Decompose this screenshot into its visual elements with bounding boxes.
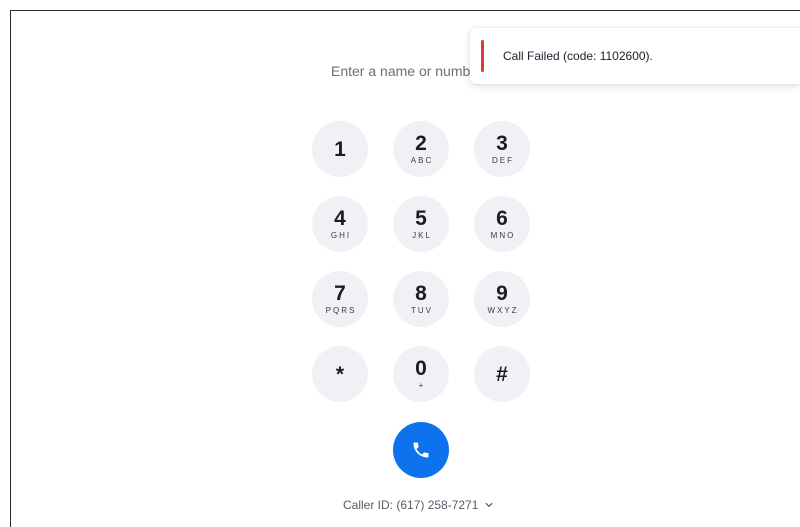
key-digit: # [496,362,508,386]
keypad-key-8[interactable]: 8 TUV [393,271,449,327]
keypad-key-1[interactable]: 1 [312,121,368,177]
key-letters: WXYZ [487,305,519,315]
key-digit: 6 [496,206,508,230]
toast-error-accent [481,40,484,72]
keypad-key-hash[interactable]: # [474,346,530,402]
chevron-down-icon [484,500,494,510]
toast-message: Call Failed (code: 1102600). [503,49,653,63]
keypad: 1 2 ABC 3 DEF 4 GHI 5 JKL 6 MNO 7 PQRS 8… [312,121,530,402]
key-digit: 3 [496,131,508,155]
caller-id-label: Caller ID: (617) 258-7271 [343,498,479,512]
keypad-key-2[interactable]: 2 ABC [393,121,449,177]
key-letters: ABC [410,155,434,165]
key-letters: MNO [490,230,516,240]
dial-input[interactable] [318,56,493,86]
caller-id-selector[interactable]: Caller ID: (617) 258-7271 [343,496,494,514]
key-letters: JKL [412,230,432,240]
key-digit: 0 [415,356,427,380]
key-letters: TUV [411,305,433,315]
key-digit: 9 [496,281,508,305]
keypad-key-9[interactable]: 9 WXYZ [474,271,530,327]
keypad-key-star[interactable]: * [312,346,368,402]
error-toast: Call Failed (code: 1102600). [470,28,800,84]
key-digit: 8 [415,281,427,305]
keypad-key-5[interactable]: 5 JKL [393,196,449,252]
key-digit: 4 [334,206,346,230]
keypad-key-7[interactable]: 7 PQRS [312,271,368,327]
key-letters: DEF [492,155,514,165]
keypad-key-3[interactable]: 3 DEF [474,121,530,177]
key-letters: PQRS [325,305,357,315]
key-letters: + [418,380,426,390]
key-digit: 5 [415,206,427,230]
key-digit: 7 [334,281,346,305]
keypad-key-4[interactable]: 4 GHI [312,196,368,252]
keypad-key-0[interactable]: 0 + [393,346,449,402]
key-letters: GHI [330,230,352,240]
phone-icon [413,442,429,458]
key-digit: 1 [334,137,346,161]
key-digit: * [335,362,345,386]
keypad-key-6[interactable]: 6 MNO [474,196,530,252]
call-button[interactable] [393,422,449,478]
key-digit: 2 [415,131,427,155]
